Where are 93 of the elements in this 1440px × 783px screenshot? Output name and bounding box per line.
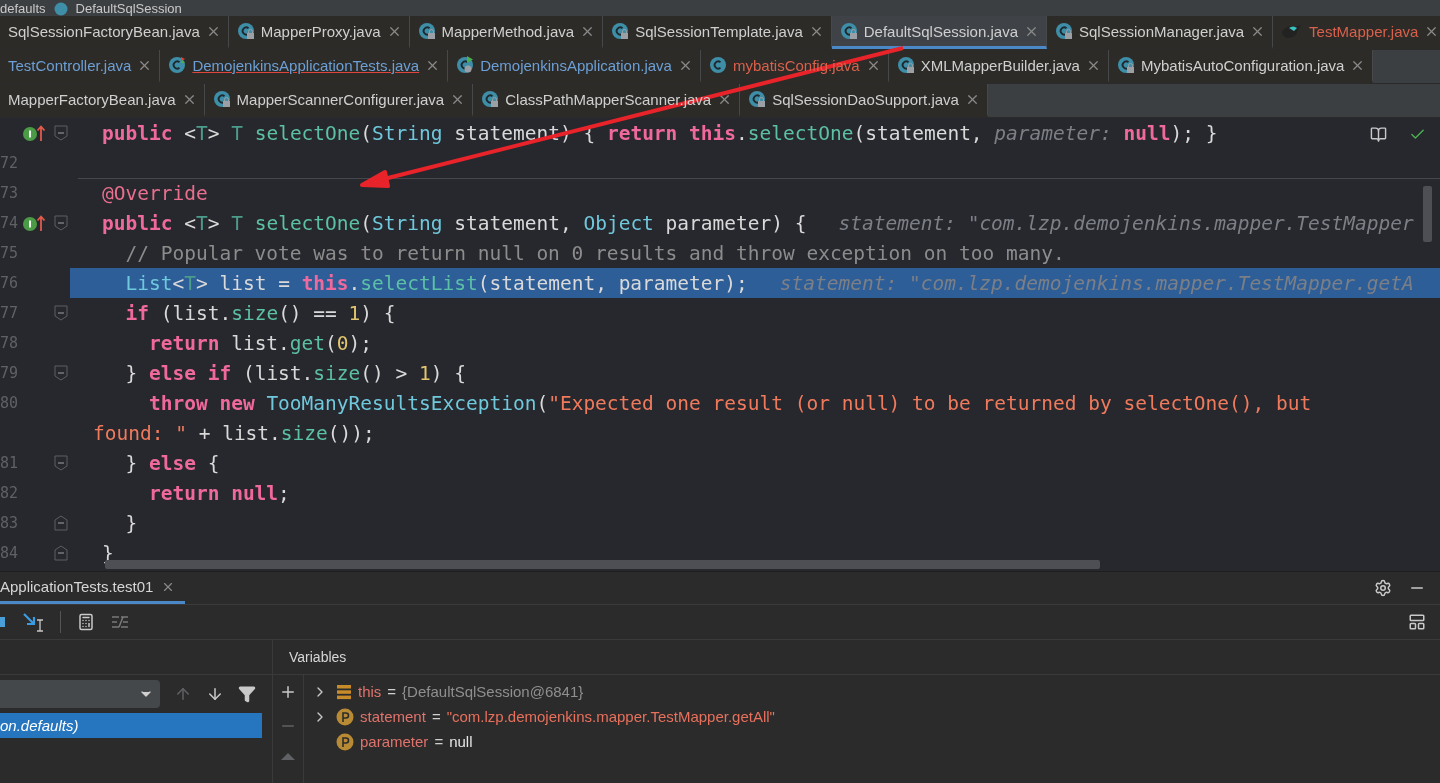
line-number: 74 <box>0 214 20 232</box>
add-icon[interactable] <box>279 683 297 701</box>
evaluate-icon[interactable] <box>77 613 95 631</box>
file-tab[interactable]: MapperMethod.java <box>409 16 604 49</box>
locked-class-icon <box>212 90 231 108</box>
fold-marker-icon[interactable] <box>54 305 68 321</box>
code-line: throw new TooManyResultsException("Expected one result (or null) to be returned by selectOne(), but <box>147 391 1312 415</box>
locked-class-icon <box>611 22 630 40</box>
fold-marker-icon[interactable] <box>54 125 68 141</box>
file-tab[interactable]: MapperProxy.java <box>228 16 410 49</box>
bird-icon <box>1281 22 1304 40</box>
breadcrumb-item[interactable]: defaults <box>0 2 46 16</box>
line-number: 82 <box>0 484 20 502</box>
line-number: 80 <box>0 394 20 412</box>
variable-name: statement <box>360 708 426 725</box>
code-line: } <box>124 511 138 535</box>
file-tab[interactable]: DemojenkinsApplicationTests.java <box>160 50 449 83</box>
variable-name: parameter <box>360 733 429 750</box>
line-number: 78 <box>0 334 20 352</box>
variable-name: this <box>358 683 382 700</box>
step-icon[interactable] <box>0 614 6 630</box>
override-icon[interactable] <box>22 214 48 232</box>
locked-class-icon <box>896 56 915 74</box>
line-number: 75 <box>0 244 20 262</box>
file-tab[interactable]: XMLMapperBuilder.java <box>888 50 1109 83</box>
code-line: public <T> T selectOne(String statement, Object parameter) { statement: "com.lzp.demojenkins.mapper.TestMapper <box>101 211 1414 235</box>
panel-title: Variables <box>289 649 347 665</box>
stack-frame[interactable]: on.defaults) <box>0 713 262 738</box>
variable-value: null <box>449 733 473 750</box>
variable-value: {DefaultSqlSession@6841} <box>402 683 584 700</box>
locked-class-icon <box>839 22 858 40</box>
class-icon <box>708 56 727 74</box>
scrollbar-thumb[interactable] <box>1423 186 1432 242</box>
file-tab[interactable]: SqlSessionTemplate.java <box>603 16 832 49</box>
parameter-icon <box>336 732 354 751</box>
code-line: } else { <box>124 451 220 475</box>
file-tab[interactable]: MybatisAutoConfiguration.java <box>1108 50 1374 83</box>
file-tab[interactable]: TestController.java <box>0 50 161 83</box>
breadcrumb-item[interactable]: DefaultSqlSession <box>75 2 182 16</box>
filter-icon[interactable] <box>238 685 256 703</box>
test-class-icon <box>168 56 187 74</box>
line-number: 84 <box>0 544 20 562</box>
locked-class-icon <box>1116 56 1135 74</box>
up-icon[interactable] <box>280 751 296 761</box>
parameter-icon <box>336 707 354 726</box>
fold-marker-icon[interactable] <box>54 545 68 561</box>
settings-icon[interactable] <box>1374 579 1392 597</box>
code-line: // Popular vote was to return null on 0 results and throw exception on too many. <box>124 241 1065 265</box>
field-icon <box>336 683 352 700</box>
file-tab[interactable]: SqlSessionManager.java <box>1047 16 1274 49</box>
locked-class-icon <box>417 22 436 40</box>
fold-marker-icon[interactable] <box>54 515 68 531</box>
fold-marker-icon[interactable] <box>54 365 68 381</box>
equals-sign: = <box>434 733 444 750</box>
line-number: 77 <box>0 304 20 322</box>
code-line: found: " + list.size()); <box>92 421 375 445</box>
line-number: 73 <box>0 184 20 202</box>
class-icon <box>53 2 68 16</box>
line-number: 79 <box>0 364 20 382</box>
file-tab[interactable]: SqlSessionFactoryBean.java <box>0 16 229 49</box>
code-line: List<T> list = this.selectList(statement, parameter); statement: "com.lzp.demojenkins.mapper.TestMapper.getA <box>124 271 1414 295</box>
run-to-cursor-icon[interactable] <box>22 612 44 632</box>
equals-sign: = <box>431 708 441 725</box>
variable-value: "com.lzp.demojenkins.mapper.TestMapper.getAll" <box>446 708 775 725</box>
reader-mode-icon[interactable] <box>1370 126 1387 143</box>
file-tab[interactable]: MapperFactoryBean.java <box>0 84 205 117</box>
file-tab[interactable]: DemojenkinsApplication.java <box>448 50 701 83</box>
spring-class-icon <box>456 56 475 74</box>
line-number: 81 <box>0 454 20 472</box>
layout-icon[interactable] <box>1408 613 1426 631</box>
code-line: return null; <box>147 481 290 505</box>
code-line: return list.get(0); <box>147 331 373 355</box>
fold-marker-icon[interactable] <box>54 455 68 471</box>
code-line: } else if (list.size() > 1) { <box>124 361 466 385</box>
down-arrow-icon[interactable] <box>206 685 224 703</box>
override-icon[interactable] <box>22 124 48 142</box>
locked-class-icon <box>481 90 500 108</box>
locked-class-icon <box>748 90 767 108</box>
line-number: 76 <box>0 274 20 292</box>
equals-sign: = <box>387 683 397 700</box>
file-tab[interactable]: DefaultSqlSession.java <box>831 16 1047 49</box>
locked-class-icon <box>236 22 255 40</box>
debug-session-tab[interactable]: ApplicationTests.test01 <box>0 572 186 604</box>
line-number: 72 <box>0 154 20 172</box>
code-line: if (list.size() == 1) { <box>124 301 396 325</box>
code-line: @Override <box>101 181 208 205</box>
file-tab[interactable]: SqlSessionDaoSupport.java <box>740 84 988 117</box>
file-tab[interactable]: MapperScannerConfigurer.java <box>204 84 474 117</box>
locked-class-icon <box>1055 22 1073 40</box>
file-tab[interactable]: TestMapper.java <box>1273 16 1440 49</box>
line-number: 83 <box>0 514 20 532</box>
trace-icon[interactable] <box>111 615 129 629</box>
fold-marker-icon[interactable] <box>54 215 68 231</box>
